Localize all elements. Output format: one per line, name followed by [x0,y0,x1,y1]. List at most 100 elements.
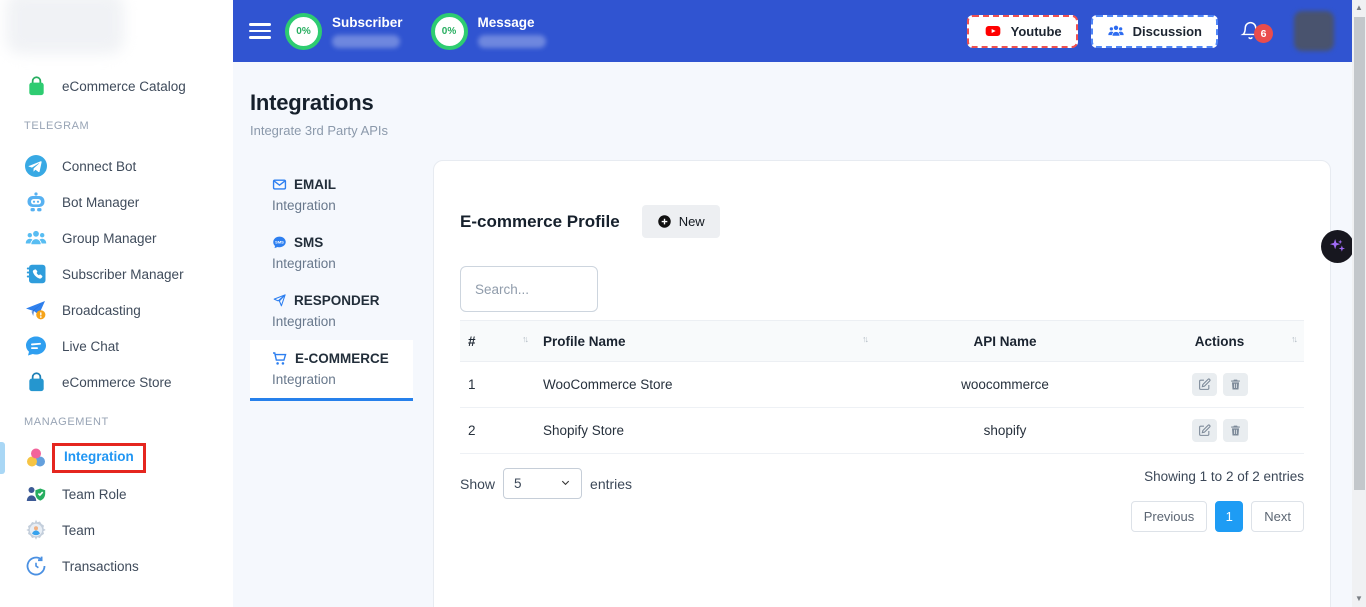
red-annotation-box: Integration [52,443,146,473]
chevron-down-icon [560,477,571,491]
sidebar-item-ecommerce-catalog[interactable]: eCommerce Catalog [0,68,233,104]
sidebar-item-label: Broadcasting [62,303,141,318]
subscriber-progress-circle: 0% [285,13,322,50]
subnav-item-subtitle: Integration [272,196,413,215]
subscriber-stat-label: Subscriber [332,15,403,30]
row-profile-name: WooCommerce Store [535,362,875,408]
page-subtitle: Integrate 3rd Party APIs [250,123,388,138]
search-input[interactable] [460,266,598,312]
row-api-name: woocommerce [875,362,1135,408]
group-people-icon [24,226,48,250]
delete-button[interactable] [1223,373,1248,396]
subnav-item-title: SMS [294,233,323,252]
integration-circles-icon [24,446,48,470]
previous-page-button[interactable]: Previous [1131,501,1208,532]
person-shield-icon [24,482,48,506]
edit-button[interactable] [1192,373,1217,396]
column-header-index[interactable]: #↑↓ [460,321,535,362]
entries-select[interactable]: 5 [503,468,582,499]
next-page-button[interactable]: Next [1251,501,1304,532]
row-index: 1 [460,362,535,408]
subnav-item-title: EMAIL [294,175,336,194]
telegram-plane-icon [24,154,48,178]
shopping-bag-green-icon [24,74,48,98]
page-head: Integrations Integrate 3rd Party APIs [250,90,388,138]
discussion-button-label: Discussion [1133,24,1202,39]
user-avatar[interactable] [1294,11,1334,51]
chat-bubble-icon [24,334,48,358]
discussion-button[interactable]: Discussion [1091,15,1218,48]
entries-label: entries [590,476,632,492]
sidebar-item-transactions[interactable]: Transactions [0,548,233,584]
sidebar-section-management: MANAGEMENT [0,412,233,432]
sidebar-item-label: Integration [64,449,134,464]
youtube-button-label: Youtube [1011,24,1062,39]
send-plane-icon [272,293,287,308]
sidebar-item-label: eCommerce Store [62,375,172,390]
column-header-actions[interactable]: Actions↑↓ [1135,321,1304,362]
youtube-button[interactable]: Youtube [967,15,1078,48]
scrollbar-thumb[interactable] [1354,17,1365,490]
sidebar-item-subscriber-manager[interactable]: Subscriber Manager [0,256,233,292]
subnav-item-email[interactable]: EMAIL Integration [250,166,413,224]
subnav-item-responder[interactable]: RESPONDER Integration [250,282,413,340]
sidebar-item-connect-bot[interactable]: Connect Bot [0,148,233,184]
sidebar-item-team-role[interactable]: Team Role [0,476,233,512]
gear-person-icon [24,518,48,542]
menu-toggle-button[interactable] [249,19,271,43]
message-stat-label: Message [478,15,546,30]
message-stat: 0% Message [431,13,546,50]
sidebar-item-group-manager[interactable]: Group Manager [0,220,233,256]
row-profile-name: Shopify Store [535,408,875,454]
column-header-api-name[interactable]: API Name [875,321,1135,362]
integration-subnav: EMAIL Integration SMS SMS Integration RE… [250,166,413,401]
page-scrollbar[interactable]: ▲ ▼ [1352,0,1366,607]
subnav-item-subtitle: Integration [272,370,413,389]
sidebar-item-label: eCommerce Catalog [62,79,186,94]
ai-assistant-button[interactable] [1321,230,1354,263]
notifications-button[interactable]: 6 [1240,19,1262,43]
app-logo-blurred [6,0,124,54]
subnav-item-title: E-COMMERCE [295,349,389,368]
ecommerce-profile-card: E-commerce Profile New #↑↓ Profile Name↑… [433,160,1331,607]
sidebar-section-telegram: TELEGRAM [0,116,233,136]
blurred-text-placeholder [332,35,400,48]
scroll-up-arrow[interactable]: ▲ [1352,2,1366,14]
sidebar-item-integration[interactable]: Integration [0,440,233,476]
sidebar-item-live-chat[interactable]: Live Chat [0,328,233,364]
sidebar-item-label: Connect Bot [62,159,136,174]
delete-button[interactable] [1223,419,1248,442]
main-content: Integrations Integrate 3rd Party APIs EM… [233,62,1352,607]
sidebar: eCommerce Catalog TELEGRAM Connect Bot B… [0,0,233,607]
sparkles-icon [1328,237,1347,256]
current-page-button[interactable]: 1 [1215,501,1243,532]
table-row: 1 WooCommerce Store woocommerce [460,362,1304,408]
sidebar-item-bot-manager[interactable]: Bot Manager [0,184,233,220]
blurred-text-placeholder [478,35,546,48]
row-index: 2 [460,408,535,454]
table-row: 2 Shopify Store shopify [460,408,1304,454]
card-title: E-commerce Profile [460,212,620,232]
page-title: Integrations [250,90,388,116]
sidebar-item-label: Team Role [62,487,127,502]
subnav-item-sms[interactable]: SMS SMS Integration [250,224,413,282]
sms-bubble-icon: SMS [272,235,287,250]
edit-button[interactable] [1192,419,1217,442]
subnav-item-ecommerce[interactable]: E-COMMERCE Integration [250,340,413,401]
sidebar-item-ecommerce-store[interactable]: eCommerce Store [0,364,233,400]
new-button-label: New [679,214,705,229]
sort-icon: ↑↓ [862,334,867,344]
column-header-profile-name[interactable]: Profile Name↑↓ [535,321,875,362]
table-header-row: #↑↓ Profile Name↑↓ API Name Actions↑↓ [460,321,1304,362]
profiles-table: #↑↓ Profile Name↑↓ API Name Actions↑↓ 1 … [460,320,1304,454]
sidebar-item-team[interactable]: Team [0,512,233,548]
logo-area [0,0,233,62]
scroll-down-arrow[interactable]: ▼ [1352,593,1366,605]
new-profile-button[interactable]: New [642,205,720,238]
broadcast-plane-icon [24,298,48,322]
plus-circle-icon [657,214,672,229]
contact-book-phone-icon [24,262,48,286]
sidebar-item-label: Transactions [62,559,139,574]
sidebar-item-broadcasting[interactable]: Broadcasting [0,292,233,328]
sort-icon: ↑↓ [522,334,527,344]
